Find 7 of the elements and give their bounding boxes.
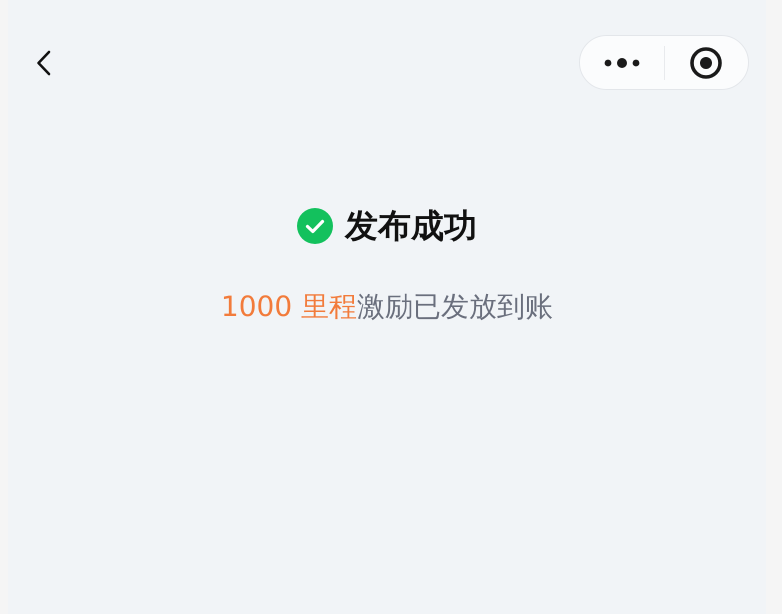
reward-message: 1000 里程激励已发放到账 — [220, 289, 554, 325]
target-icon — [690, 46, 722, 78]
success-check-icon — [297, 208, 333, 244]
more-icon — [604, 58, 640, 68]
back-icon — [36, 50, 51, 76]
result-title: 发布成功 — [345, 206, 477, 246]
back-button[interactable] — [35, 48, 52, 76]
